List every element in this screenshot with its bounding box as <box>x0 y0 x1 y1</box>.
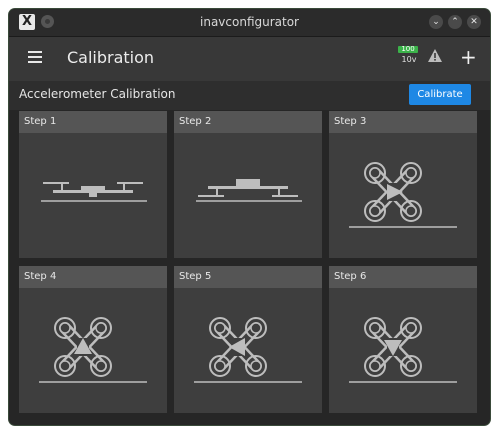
section-title: Accelerometer Calibration <box>19 87 176 101</box>
step-label: Step 2 <box>174 111 322 133</box>
battery-indicator: 100 10v <box>398 46 420 72</box>
hamburger-menu-icon[interactable] <box>28 51 42 63</box>
quad-arrow-left-icon <box>174 288 322 413</box>
step-card-6: Step 6 <box>329 266 477 413</box>
battery-percent: 100 <box>398 46 418 53</box>
warning-icon[interactable] <box>427 48 443 63</box>
step-card-4: Step 4 <box>19 266 167 413</box>
add-icon[interactable]: + <box>460 45 477 69</box>
quad-arrow-down-icon <box>329 288 477 413</box>
step-card-2: Step 2 <box>174 111 322 258</box>
close-button[interactable]: ✕ <box>467 15 481 29</box>
step-label: Step 1 <box>19 111 167 133</box>
top-header: Calibration 100 10v + <box>9 37 490 81</box>
section-header: Accelerometer Calibration Calibrate <box>9 81 490 110</box>
battery-voltage: 10v <box>401 55 417 64</box>
step-label: Step 4 <box>19 266 167 288</box>
calibrate-button[interactable]: Calibrate <box>409 84 471 105</box>
chevron-up-icon: ⌃ <box>451 17 459 27</box>
quad-arrow-right-icon <box>329 133 477 258</box>
close-icon: ✕ <box>470 17 478 27</box>
title-bar[interactable]: X inavconfigurator ⌄ ⌃ ✕ <box>9 9 490 37</box>
step-card-3: Step 3 <box>329 111 477 258</box>
step-label: Step 3 <box>329 111 477 133</box>
chevron-down-icon: ⌄ <box>432 17 440 27</box>
minimize-button[interactable]: ⌄ <box>429 15 443 29</box>
page-title: Calibration <box>67 48 155 67</box>
quad-inverted-side-icon <box>196 179 302 202</box>
app-window: X inavconfigurator ⌄ ⌃ ✕ Calibration 100… <box>9 9 490 425</box>
quad-level-side-icon <box>41 182 147 202</box>
window-title: inavconfigurator <box>200 15 299 29</box>
step-label: Step 6 <box>329 266 477 288</box>
step-card-5: Step 5 <box>174 266 322 413</box>
maximize-button[interactable]: ⌃ <box>448 15 462 29</box>
step-card-1: Step 1 <box>19 111 167 258</box>
quad-arrow-up-icon <box>19 288 167 413</box>
step-label: Step 5 <box>174 266 322 288</box>
